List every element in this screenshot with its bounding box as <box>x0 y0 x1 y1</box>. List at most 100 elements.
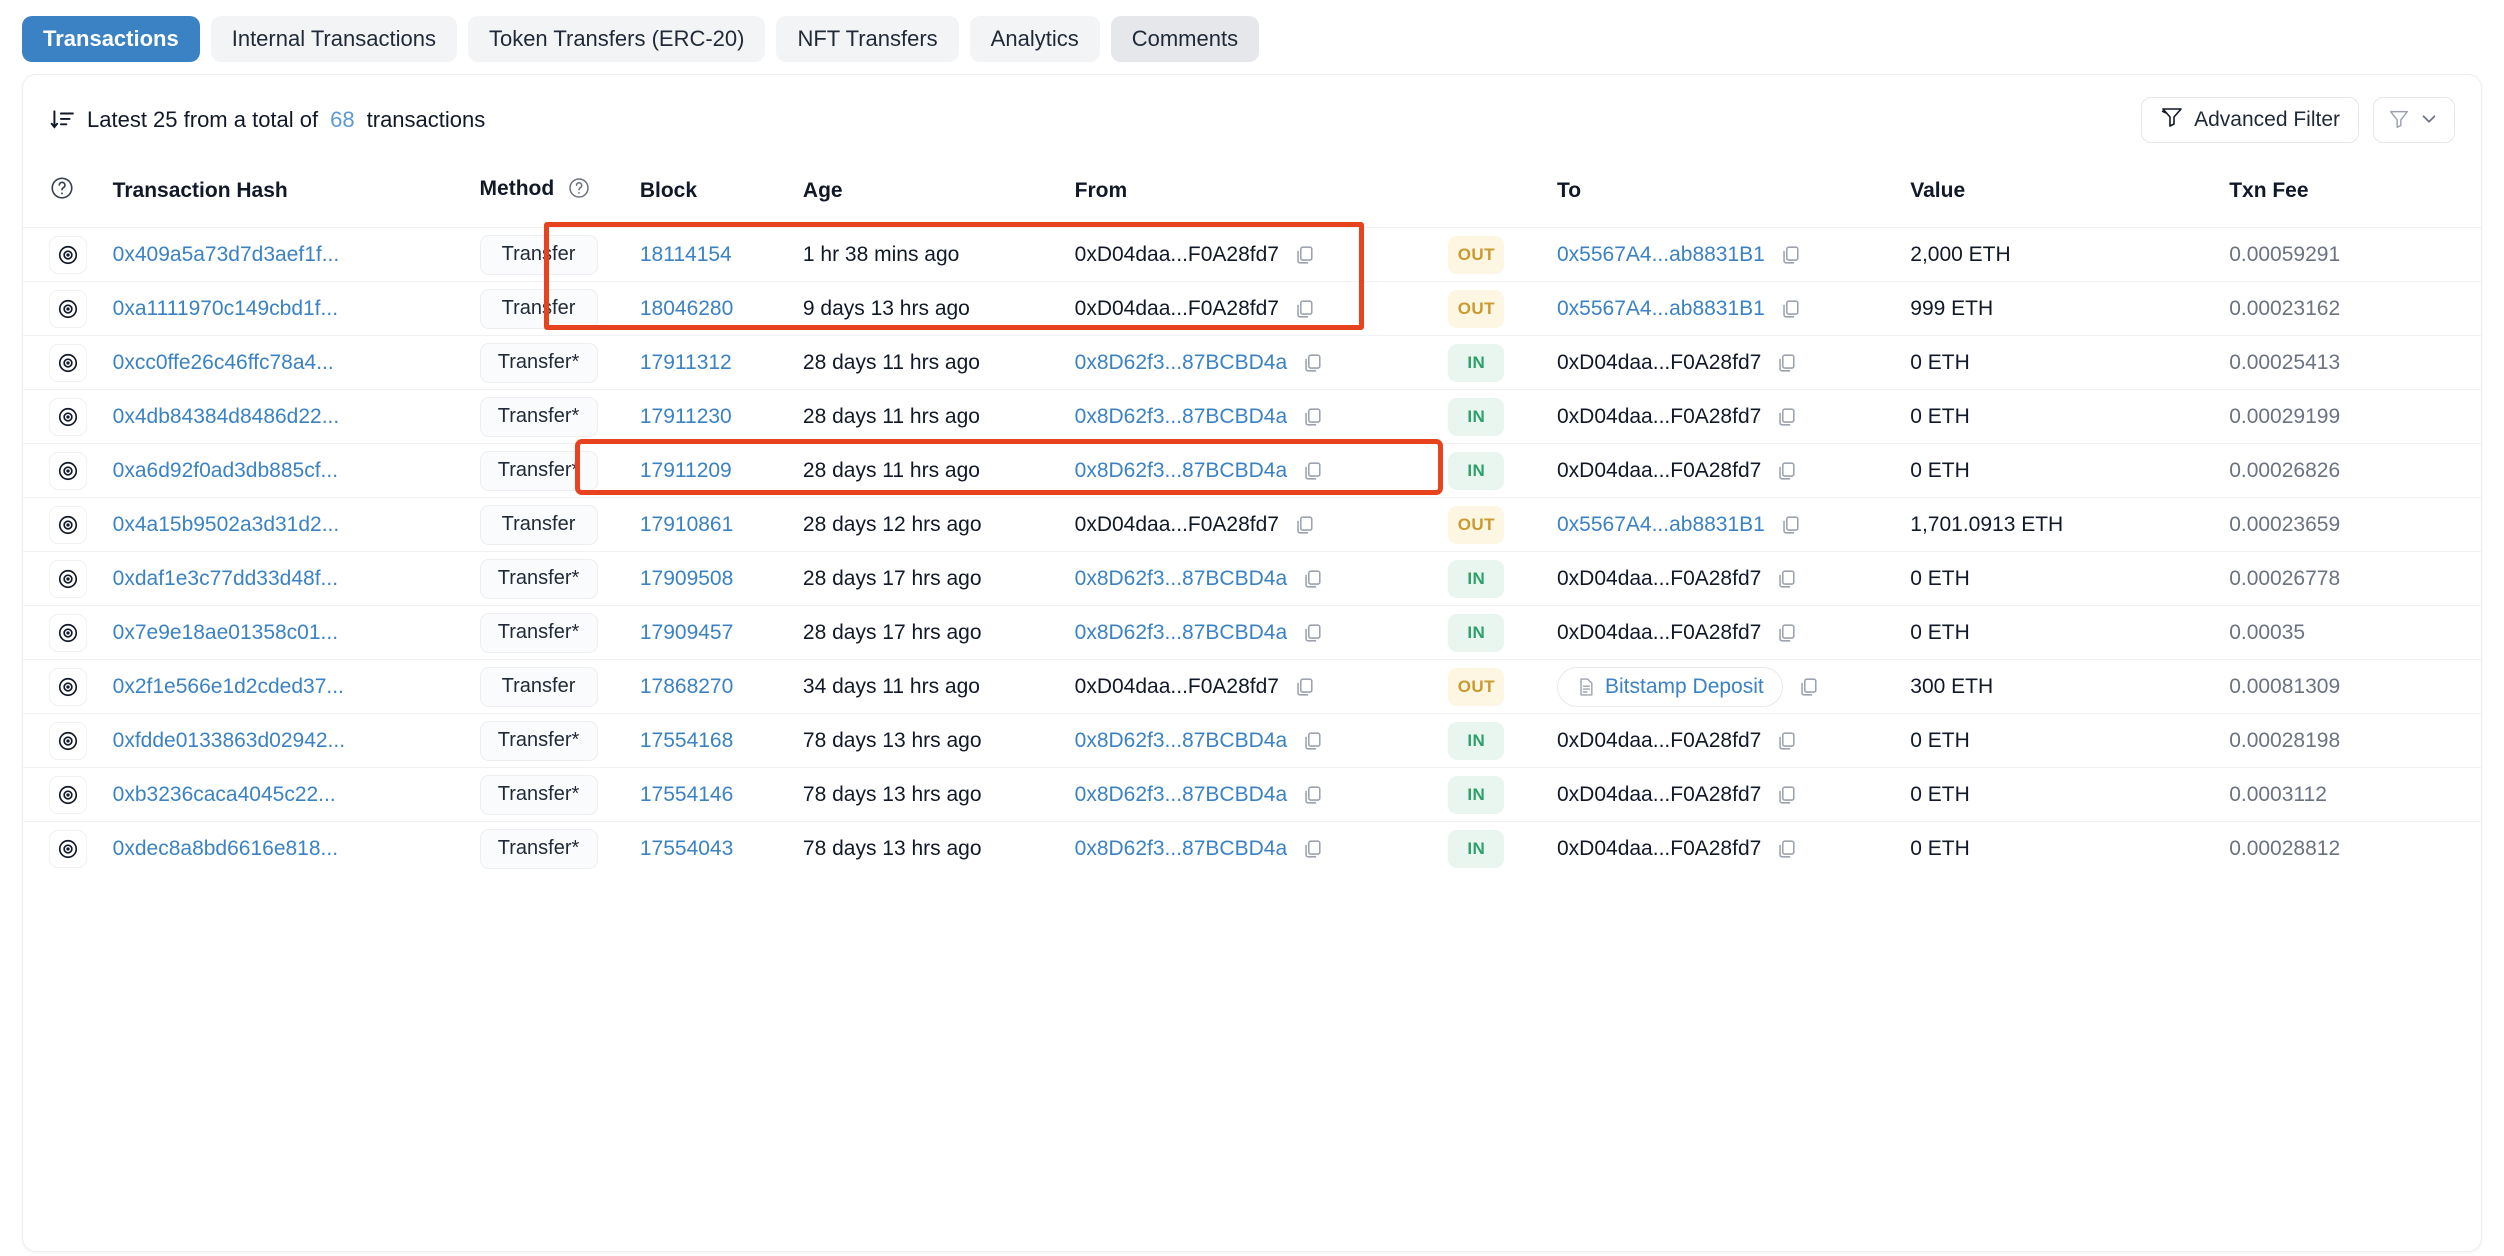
copy-icon[interactable] <box>1775 568 1797 590</box>
eye-icon[interactable] <box>49 451 87 490</box>
copy-icon[interactable] <box>1301 784 1323 806</box>
filter-dropdown-button[interactable] <box>2373 97 2455 143</box>
copy-icon[interactable] <box>1779 244 1801 266</box>
eye-icon[interactable] <box>49 775 87 814</box>
method-badge[interactable]: Transfer* <box>479 828 598 869</box>
transaction-hash-link[interactable]: 0xa6d92f0ad3db885cf... <box>113 459 338 482</box>
from-address[interactable]: 0x8D62f3...87BCBD4a <box>1075 621 1287 645</box>
question-mark-icon[interactable] <box>49 177 75 206</box>
method-badge[interactable]: Transfer <box>479 504 598 545</box>
copy-icon[interactable] <box>1779 298 1801 320</box>
copy-icon[interactable] <box>1293 244 1315 266</box>
block-link[interactable]: 17911209 <box>640 459 732 482</box>
from-address[interactable]: 0x8D62f3...87BCBD4a <box>1075 459 1287 483</box>
copy-icon[interactable] <box>1301 622 1323 644</box>
block-link[interactable]: 18114154 <box>640 243 732 266</box>
block-link[interactable]: 17910861 <box>640 513 733 536</box>
block-link[interactable]: 17909508 <box>640 567 733 590</box>
transaction-hash-link[interactable]: 0xdec8a8bd6616e818... <box>113 837 338 860</box>
method-badge[interactable]: Transfer <box>479 234 598 275</box>
copy-icon[interactable] <box>1775 460 1797 482</box>
tab-analytics[interactable]: Analytics <box>969 16 1100 62</box>
transaction-hash-link[interactable]: 0x7e9e18ae01358c01... <box>113 621 338 644</box>
method-badge[interactable]: Transfer* <box>479 558 598 599</box>
eye-icon[interactable] <box>49 289 87 328</box>
tab-internal-transactions[interactable]: Internal Transactions <box>210 16 457 62</box>
from-address[interactable]: 0x8D62f3...87BCBD4a <box>1075 567 1287 591</box>
copy-icon[interactable] <box>1301 352 1323 374</box>
tab-transactions[interactable]: Transactions <box>22 16 200 62</box>
block-link[interactable]: 17554168 <box>640 729 733 752</box>
to-address[interactable]: 0x5567A4...ab8831B1 <box>1557 297 1765 321</box>
transaction-hash-link[interactable]: 0xcc0ffe26c46ffc78a4... <box>113 351 334 374</box>
copy-icon[interactable] <box>1301 568 1323 590</box>
block-link[interactable]: 17909457 <box>640 621 733 644</box>
method-badge[interactable]: Transfer* <box>479 612 598 653</box>
block-link[interactable]: 17554146 <box>640 783 733 806</box>
method-question-mark-icon[interactable] <box>567 176 591 206</box>
method-badge[interactable]: Transfer <box>479 288 598 329</box>
eye-icon[interactable] <box>49 343 87 382</box>
eye-icon[interactable] <box>49 613 87 652</box>
copy-icon[interactable] <box>1775 622 1797 644</box>
to-address[interactable]: 0x5567A4...ab8831B1 <box>1557 513 1765 537</box>
eye-icon[interactable] <box>49 559 87 598</box>
copy-icon[interactable] <box>1293 514 1315 536</box>
transaction-hash-link[interactable]: 0x409a5a73d7d3aef1f... <box>113 243 340 266</box>
from-cell: 0xD04daa...F0A28fd7 <box>1074 659 1449 714</box>
block-link[interactable]: 18046280 <box>640 297 733 320</box>
summary-count[interactable]: 68 <box>330 107 354 133</box>
copy-icon[interactable] <box>1293 298 1315 320</box>
copy-icon[interactable] <box>1301 460 1323 482</box>
transaction-hash-link[interactable]: 0x2f1e566e1d2cded37... <box>113 675 344 698</box>
transaction-hash-link[interactable]: 0xb3236caca4045c22... <box>113 783 336 806</box>
to-address[interactable]: 0x5567A4...ab8831B1 <box>1557 243 1765 267</box>
method-badge[interactable]: Transfer* <box>479 396 598 437</box>
block-link[interactable]: 17554043 <box>640 837 733 860</box>
from-address[interactable]: 0x8D62f3...87BCBD4a <box>1075 729 1287 753</box>
eye-icon[interactable] <box>49 721 87 760</box>
table-row: 0xa1111970c149cbd1f... Transfer 18046280 9 … <box>23 281 2481 336</box>
copy-icon[interactable] <box>1301 838 1323 860</box>
transaction-hash-link[interactable]: 0xfdde0133863d02942... <box>113 729 345 752</box>
eye-icon[interactable] <box>49 829 87 868</box>
transaction-hash-link[interactable]: 0xa1111970c149cbd1f... <box>113 297 338 320</box>
copy-icon[interactable] <box>1301 406 1323 428</box>
copy-icon[interactable] <box>1775 784 1797 806</box>
method-badge[interactable]: Transfer* <box>479 720 598 761</box>
from-address[interactable]: 0x8D62f3...87BCBD4a <box>1075 837 1287 861</box>
advanced-filter-button[interactable]: Advanced Filter <box>2141 97 2359 143</box>
method-badge[interactable]: Transfer* <box>479 774 598 815</box>
eye-icon[interactable] <box>49 505 87 544</box>
to-address-tag[interactable]: Bitstamp Deposit <box>1557 666 1783 707</box>
copy-icon[interactable] <box>1775 838 1797 860</box>
tab-token-transfers[interactable]: Token Transfers (ERC-20) <box>467 16 766 62</box>
eye-icon[interactable] <box>49 235 87 274</box>
method-badge[interactable]: Transfer <box>479 666 598 707</box>
block-link[interactable]: 17868270 <box>640 675 733 698</box>
copy-icon[interactable] <box>1301 730 1323 752</box>
tab-comments[interactable]: Comments <box>1110 16 1260 62</box>
copy-icon[interactable] <box>1797 676 1819 698</box>
copy-icon[interactable] <box>1779 514 1801 536</box>
from-address[interactable]: 0x8D62f3...87BCBD4a <box>1075 783 1287 807</box>
method-badge[interactable]: Transfer* <box>479 342 598 383</box>
copy-icon[interactable] <box>1293 676 1315 698</box>
block-link[interactable]: 17911230 <box>640 405 732 428</box>
eye-icon[interactable] <box>49 397 87 436</box>
transaction-hash-link[interactable]: 0xdaf1e3c77dd33d48f... <box>113 567 338 590</box>
transaction-hash-link[interactable]: 0x4a15b9502a3d31d2... <box>113 513 340 536</box>
transaction-hash-link[interactable]: 0x4db84384d8486d22... <box>113 405 340 428</box>
copy-icon[interactable] <box>1775 406 1797 428</box>
copy-icon[interactable] <box>1775 352 1797 374</box>
from-address[interactable]: 0x8D62f3...87BCBD4a <box>1075 405 1287 429</box>
block-link[interactable]: 17911312 <box>640 351 732 374</box>
table-row: 0x4a15b9502a3d31d2... Transfer 17910861 28 … <box>23 497 2481 552</box>
column-txn-fee[interactable]: Txn Fee <box>2209 161 2481 228</box>
eye-icon[interactable] <box>49 667 87 706</box>
column-age[interactable]: Age <box>802 161 1075 228</box>
method-badge[interactable]: Transfer* <box>479 450 598 491</box>
tab-nft-transfers[interactable]: NFT Transfers <box>776 16 959 62</box>
copy-icon[interactable] <box>1775 730 1797 752</box>
from-address[interactable]: 0x8D62f3...87BCBD4a <box>1075 351 1287 375</box>
